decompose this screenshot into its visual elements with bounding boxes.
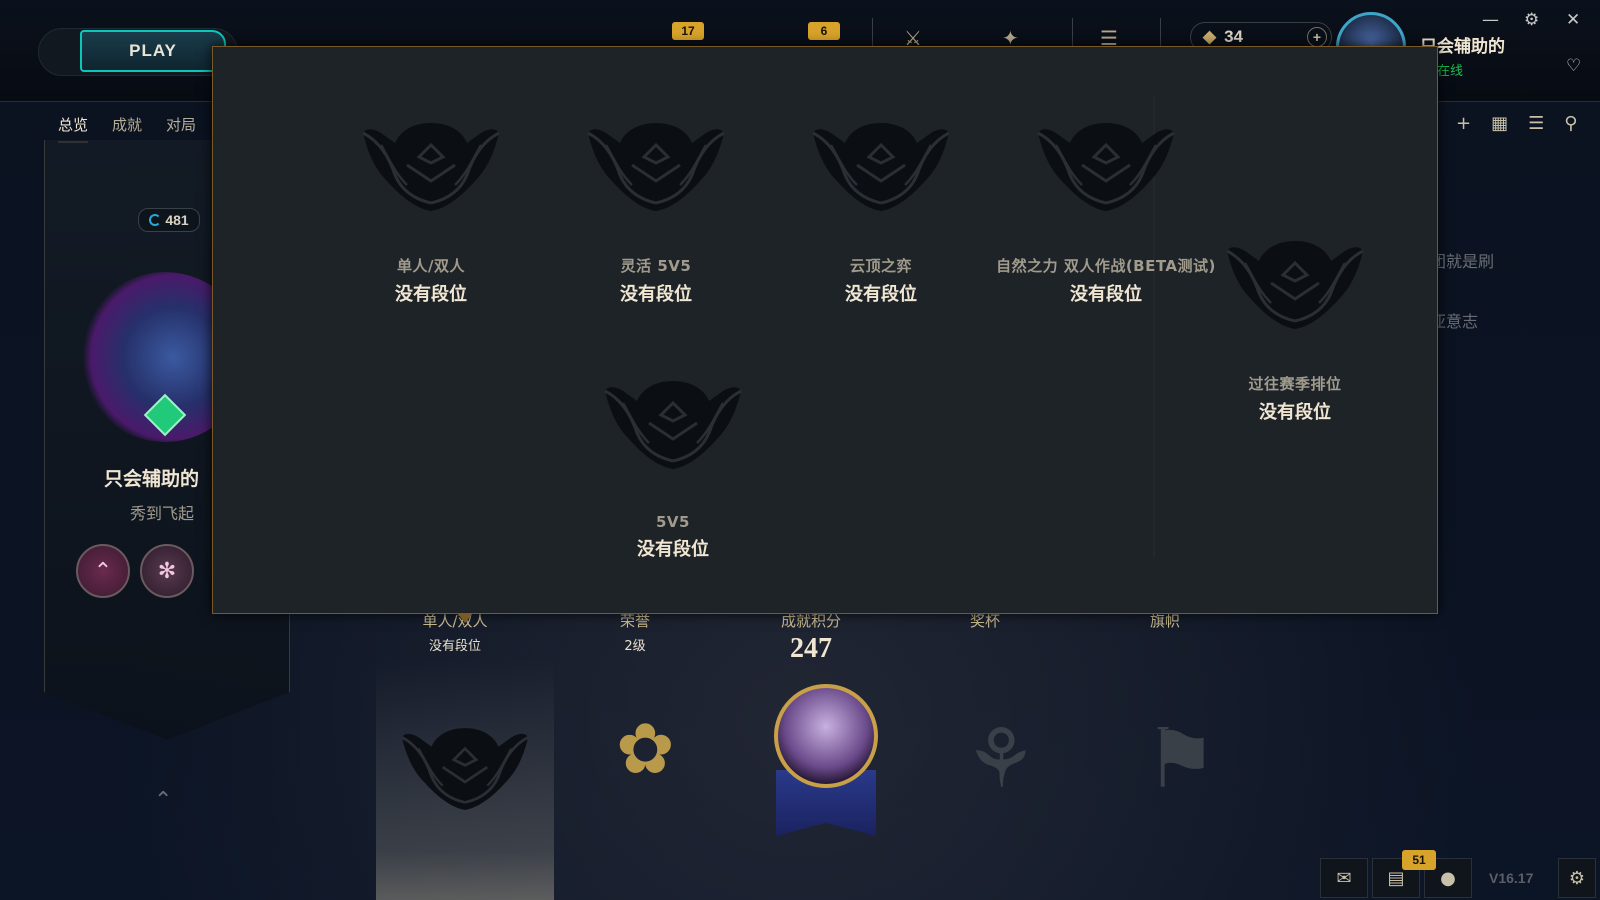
stat-achievement-points[interactable]: 成就积分 247 <box>736 610 886 665</box>
rank-item-past-seasons[interactable]: 过往赛季排位 没有段位 <box>1175 237 1415 424</box>
tier-label: 没有段位 <box>620 284 692 305</box>
close-icon[interactable]: ✕ <box>1566 10 1580 30</box>
honor-icon[interactable]: ✿ <box>616 708 675 790</box>
profile-title[interactable]: 秀到飞起 <box>130 500 194 524</box>
queue-name: 云顶之弈 <box>849 257 912 275</box>
wings-rank-icon <box>811 119 951 215</box>
bottom-toolbar: ✉ ▤ ● <box>1320 858 1472 898</box>
wings-rank-icon <box>603 377 743 473</box>
ranked-tiers-popup: 单人/双人 没有段位 灵活 5V5 没有段位 云顶之弈 没有段位 自然之力 双人… <box>212 46 1438 614</box>
profile-tabs: 总览 成就 对局 <box>58 114 196 143</box>
profile-name: 只会辅助的 <box>104 468 200 490</box>
achievement-crest-icon[interactable] <box>774 684 878 788</box>
tier-label: 没有段位 <box>845 284 917 305</box>
tab-match-history[interactable]: 对局 <box>166 114 196 143</box>
tier-label: 没有段位 <box>637 539 709 560</box>
list-icon[interactable]: ☰ <box>1528 113 1544 134</box>
tier-label: 没有段位 <box>395 284 467 305</box>
bug-report-icon[interactable]: ⚙ <box>1558 858 1596 898</box>
rank-item-tft[interactable]: 云顶之弈 没有段位 <box>761 119 1001 306</box>
queue-name: 5V5 <box>656 513 690 531</box>
popup-caret <box>457 613 473 629</box>
level-badge: 481 <box>138 208 200 232</box>
rank-emblem-icon[interactable]: ⌃ <box>76 544 130 598</box>
chat-icon[interactable]: ✉ <box>1320 858 1368 898</box>
missions-count-badge: 51 <box>1402 850 1436 870</box>
queue-name: 过往赛季排位 <box>1248 375 1342 393</box>
rank-item-solo-duo[interactable]: 单人/双人 没有段位 <box>311 119 551 306</box>
stat-value: 2级 <box>624 639 646 654</box>
level-value: 481 <box>165 212 189 228</box>
rp-icon: ◆ <box>1203 27 1217 46</box>
wings-rank-icon <box>361 119 501 215</box>
tier-label: 没有段位 <box>1259 402 1331 423</box>
queue-name: 灵活 5V5 <box>620 257 692 275</box>
tab-achievements[interactable]: 成就 <box>112 114 142 143</box>
minimize-icon[interactable]: — <box>1482 10 1499 30</box>
currency-value: 34 <box>1224 27 1243 46</box>
gem-icon <box>143 393 187 437</box>
rank-item-flex[interactable]: 灵活 5V5 没有段位 <box>536 119 776 306</box>
bell-icon[interactable]: ♡ <box>1566 56 1581 76</box>
search-icon[interactable]: ⚲ <box>1564 113 1577 134</box>
stat-value: 247 <box>790 633 832 664</box>
online-status[interactable]: 在线 <box>1437 60 1463 79</box>
social-toolbar: + ▦ ☰ ⚲ <box>1456 113 1577 134</box>
chevron-up-icon[interactable]: ⌃ <box>154 788 172 813</box>
play-button[interactable]: PLAY <box>80 30 226 72</box>
stat-honor[interactable]: 荣誉 2级 <box>560 610 710 654</box>
stat-value: 没有段位 <box>428 639 481 654</box>
rank-item-5v5[interactable]: 5V5 没有段位 <box>553 377 793 561</box>
divider <box>872 18 873 48</box>
tab-overview[interactable]: 总览 <box>58 114 89 143</box>
queue-name: 单人/双人 <box>397 257 465 275</box>
notification-badge: 17 <box>672 22 704 40</box>
trophy-icon[interactable]: ⚘ <box>964 712 1038 807</box>
banner-icon[interactable]: ⚑ <box>1144 712 1218 807</box>
notification-badge: 6 <box>808 22 840 40</box>
mastery-emblem-icon[interactable]: ✻ <box>140 544 194 598</box>
wings-rank-icon <box>1036 119 1176 215</box>
add-currency-button[interactable]: + <box>1307 27 1327 47</box>
level-progress-icon <box>149 214 162 226</box>
wings-rank-icon <box>586 119 726 215</box>
divider <box>1160 18 1161 48</box>
add-friend-icon[interactable]: + <box>1456 113 1471 134</box>
version-label: V16.17 <box>1489 870 1534 886</box>
add-folder-icon[interactable]: ▦ <box>1491 113 1508 134</box>
wings-rank-icon <box>1225 237 1365 333</box>
side-text: 团就是刷 <box>1430 252 1495 271</box>
wings-rank-icon <box>400 724 530 814</box>
settings-icon[interactable]: ⚙ <box>1524 10 1539 30</box>
divider <box>1072 18 1073 48</box>
stat-ranked[interactable]: 单人/双人 没有段位 <box>380 610 530 654</box>
